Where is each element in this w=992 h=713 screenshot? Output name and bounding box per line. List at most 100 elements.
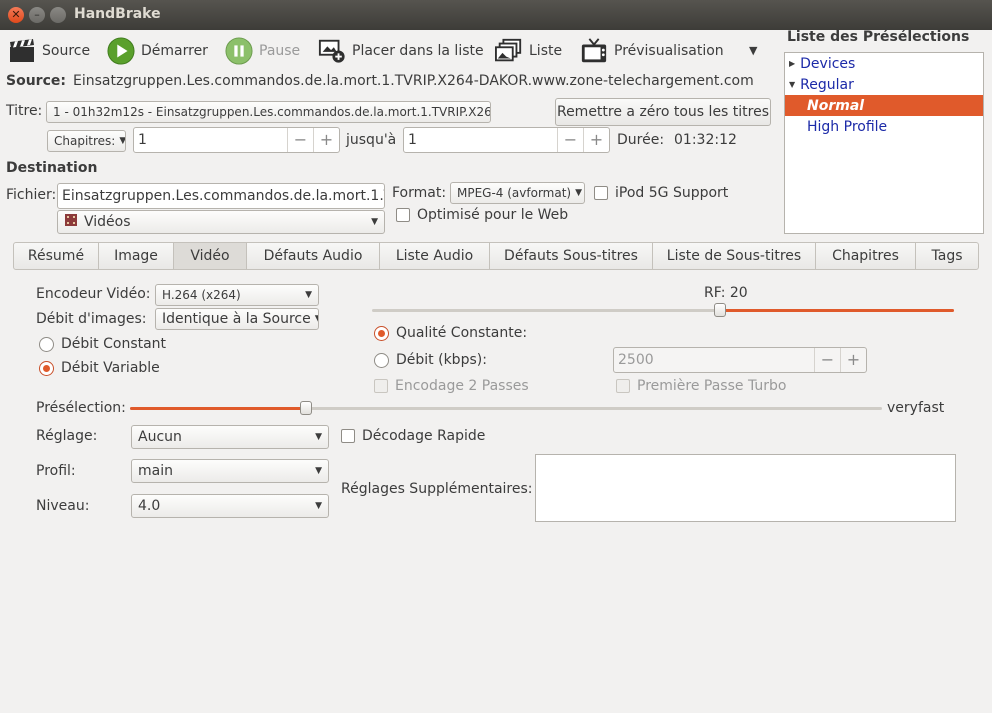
- tune-label: Réglage:: [36, 428, 98, 444]
- checkbox-box[interactable]: [396, 208, 410, 222]
- tab-audio-list[interactable]: Liste Audio: [380, 243, 490, 269]
- add-to-queue-button[interactable]: Placer dans la liste: [318, 36, 484, 66]
- bitrate-spinner[interactable]: 2500 − +: [613, 347, 867, 373]
- preset-item-high-profile[interactable]: High Profile: [785, 116, 983, 137]
- level-value: 4.0: [138, 498, 161, 514]
- slider-knob[interactable]: [714, 303, 726, 317]
- expander-down-icon[interactable]: ▼: [789, 80, 795, 89]
- ipod-support-checkbox[interactable]: iPod 5G Support: [594, 185, 728, 201]
- encoder-value: H.264 (x264): [162, 288, 241, 302]
- constant-quality-radio[interactable]: Qualité Constante:: [374, 325, 527, 341]
- clapperboard-icon: [8, 37, 36, 65]
- checkbox-box[interactable]: [594, 186, 608, 200]
- framerate-value: Identique à la Source: [162, 311, 311, 327]
- preset-group-label: Devices: [800, 55, 856, 72]
- chevron-down-icon: ▼: [315, 501, 322, 511]
- two-pass-checkbox[interactable]: Encodage 2 Passes: [374, 378, 529, 394]
- chapter-start-spinner[interactable]: 1 − +: [133, 127, 340, 153]
- source-label: Source:: [6, 73, 66, 89]
- slider-knob[interactable]: [300, 401, 312, 415]
- tv-icon: [580, 37, 608, 65]
- queue-button[interactable]: Liste: [495, 36, 562, 66]
- destination-folder-select[interactable]: Vidéos ▼: [57, 210, 385, 234]
- tab-chapters[interactable]: Chapitres: [816, 243, 916, 269]
- reset-titles-button[interactable]: Remettre a zéro tous les titres: [555, 98, 771, 126]
- bitrate-radio[interactable]: Débit (kbps):: [374, 352, 487, 368]
- maximize-window-button[interactable]: [50, 7, 66, 23]
- chevron-down-icon: ▼: [315, 432, 322, 442]
- rf-label: RF: 20: [704, 285, 748, 301]
- preset-speed-slider[interactable]: [130, 401, 882, 415]
- pause-button[interactable]: Pause: [225, 36, 300, 66]
- slider-fill: [720, 309, 954, 312]
- radio-button[interactable]: [374, 325, 389, 341]
- chevron-down-icon: ▼: [575, 188, 583, 198]
- constant-quality-label: Qualité Constante:: [396, 325, 528, 341]
- minus-icon[interactable]: −: [557, 128, 583, 152]
- fast-decode-checkbox[interactable]: Décodage Rapide: [341, 428, 485, 444]
- settings-tabs: Résumé Image Vidéo Défauts Audio Liste A…: [13, 242, 979, 270]
- format-label: Format:: [392, 185, 447, 201]
- title-select[interactable]: 1 - 01h32m12s - Einsatzgruppen.Les.comma…: [46, 101, 491, 123]
- chapters-mode-select[interactable]: Chapitres: ▼: [47, 130, 126, 152]
- source-row: Source: Einsatzgruppen.Les.commandos.de.…: [6, 73, 754, 89]
- expander-right-icon[interactable]: ▶: [789, 59, 795, 68]
- extra-settings-label: Réglages Supplémentaires:: [341, 481, 533, 497]
- chevron-down-icon: ▼: [305, 290, 312, 300]
- extra-settings-input[interactable]: [535, 454, 956, 522]
- chapter-end-spinner[interactable]: 1 − +: [403, 127, 610, 153]
- checkbox-box[interactable]: [616, 379, 630, 393]
- profile-select[interactable]: main ▼: [131, 459, 329, 483]
- preset-label: Présélection:: [36, 400, 126, 416]
- minus-icon[interactable]: −: [287, 128, 313, 152]
- radio-button[interactable]: [39, 336, 54, 352]
- close-window-button[interactable]: ✕: [8, 7, 24, 23]
- tab-tags[interactable]: Tags: [916, 243, 978, 269]
- plus-icon[interactable]: +: [313, 128, 339, 152]
- preset-item-normal[interactable]: Normal: [785, 95, 983, 116]
- tab-picture[interactable]: Image: [99, 243, 174, 269]
- bitrate-value: 2500: [618, 352, 654, 368]
- bitrate-label: Débit (kbps):: [396, 352, 487, 368]
- constant-framerate-radio[interactable]: Débit Constant: [39, 336, 166, 352]
- queue-icon: [495, 37, 523, 65]
- tab-subtitle-defaults[interactable]: Défauts Sous-titres: [490, 243, 653, 269]
- radio-button[interactable]: [374, 352, 389, 368]
- source-button[interactable]: Source: [8, 36, 90, 66]
- pause-icon: [225, 37, 253, 65]
- turbo-first-pass-checkbox[interactable]: Première Passe Turbo: [616, 378, 786, 394]
- minimize-window-button[interactable]: –: [29, 7, 45, 23]
- variable-framerate-radio[interactable]: Débit Variable: [39, 360, 160, 376]
- tab-summary[interactable]: Résumé: [14, 243, 99, 269]
- plus-icon[interactable]: +: [583, 128, 609, 152]
- tune-select[interactable]: Aucun ▼: [131, 425, 329, 449]
- tab-subtitle-list[interactable]: Liste de Sous-titres: [653, 243, 816, 269]
- preset-group-regular[interactable]: ▼ Regular: [785, 74, 983, 95]
- framerate-select[interactable]: Identique à la Source ▼: [155, 308, 319, 330]
- minus-icon[interactable]: −: [814, 348, 840, 372]
- toolbar-overflow-icon[interactable]: ▼: [749, 44, 757, 57]
- chapter-start-value: 1: [138, 132, 147, 148]
- checkbox-box[interactable]: [341, 429, 355, 443]
- start-button[interactable]: Démarrer: [107, 36, 208, 66]
- checkbox-box[interactable]: [374, 379, 388, 393]
- format-value: MPEG-4 (avformat): [457, 186, 572, 200]
- level-select[interactable]: 4.0 ▼: [131, 494, 329, 518]
- encoder-select[interactable]: H.264 (x264) ▼: [155, 284, 319, 306]
- web-optimized-checkbox[interactable]: Optimisé pour le Web: [396, 207, 568, 223]
- preview-button[interactable]: Prévisualisation: [580, 36, 724, 66]
- tab-audio-defaults[interactable]: Défauts Audio: [247, 243, 380, 269]
- plus-icon[interactable]: +: [840, 348, 866, 372]
- file-name-input[interactable]: Einsatzgruppen.Les.commandos.de.la.mort.…: [57, 183, 385, 209]
- radio-button[interactable]: [39, 360, 54, 376]
- add-to-queue-label: Placer dans la liste: [352, 43, 484, 59]
- start-button-label: Démarrer: [141, 43, 208, 59]
- presets-list: ▶ Devices ▼ Regular Normal High Profile: [784, 52, 984, 234]
- source-button-label: Source: [42, 43, 91, 59]
- format-select[interactable]: MPEG-4 (avformat) ▼: [450, 182, 585, 204]
- quality-slider[interactable]: [372, 303, 954, 317]
- preset-group-devices[interactable]: ▶ Devices: [785, 53, 983, 74]
- source-value: Einsatzgruppen.Les.commandos.de.la.mort.…: [72, 73, 754, 89]
- preset-value: veryfast: [887, 400, 945, 416]
- tab-video[interactable]: Vidéo: [174, 243, 247, 269]
